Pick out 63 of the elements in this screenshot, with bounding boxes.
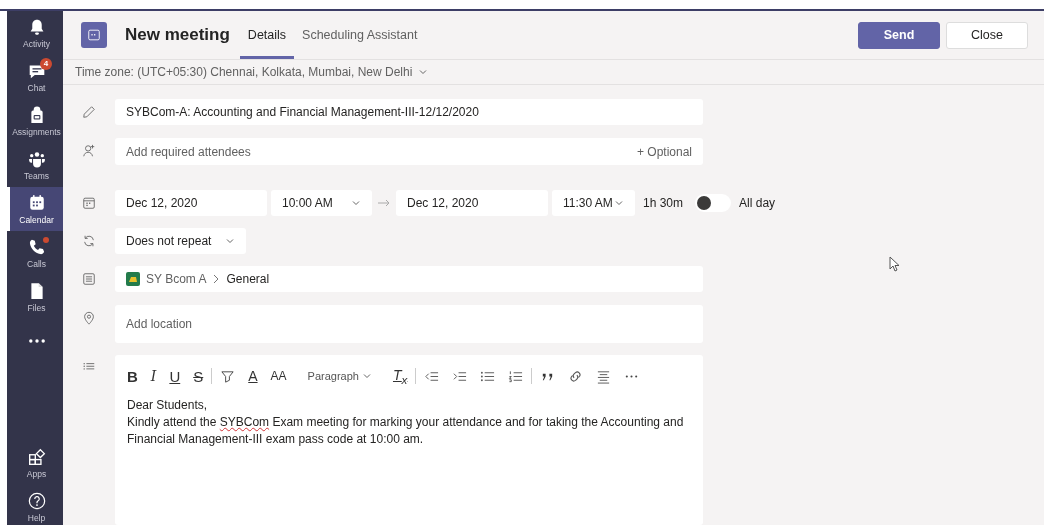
message-text: Dear Students, Kindly attend the SYBCom Exam meeting for marking your attendance and for taking the Accounting and Financial Management-III exam pass code at 10:00 am.: [127, 397, 685, 448]
attendees-field[interactable]: Add required attendees + Optional: [115, 138, 703, 165]
help-icon: [27, 491, 46, 510]
start-date-field[interactable]: Dec 12, 2020: [115, 190, 267, 216]
bold-button[interactable]: B: [127, 367, 138, 385]
font-color-button[interactable]: A: [248, 368, 258, 384]
underline-button[interactable]: U: [169, 367, 181, 385]
optional-link[interactable]: + Optional: [636, 144, 692, 159]
align-center-icon[interactable]: [596, 368, 612, 384]
font-size-button[interactable]: AA: [270, 369, 287, 383]
all-day-toggle[interactable]: [695, 194, 732, 212]
team-avatar-icon: [126, 272, 140, 286]
numbered-list-icon[interactable]: [508, 368, 524, 384]
nav-item[interactable]: Chat 4: [7, 55, 63, 99]
duration-label: 1h 30m: [643, 196, 684, 210]
italic-button[interactable]: I: [150, 368, 157, 384]
timezone-dropdown[interactable]: Time zone: (UTC+05:30) Chennai, Kolkata, Mumbai, New Delhi: [75, 65, 429, 79]
chevron-down-icon: [361, 371, 372, 381]
close-button[interactable]: Close: [946, 21, 1028, 49]
count-badge: 4: [40, 58, 52, 70]
link-icon[interactable]: [568, 368, 584, 384]
chevron-right-icon: [212, 274, 221, 284]
channel-icon: [82, 272, 96, 286]
phone-icon: [27, 237, 46, 256]
people-icon: [27, 149, 46, 168]
more-icon: [27, 339, 46, 343]
title-field[interactable]: SYBCom-A: Accounting and Financial Management-III-12/12/2020: [115, 99, 703, 125]
calendar-icon: [27, 193, 46, 212]
paragraph-dropdown[interactable]: Paragraph: [307, 370, 372, 382]
start-time-dropdown[interactable]: 10:00 AM: [271, 190, 372, 216]
chevron-down-icon: [351, 198, 361, 208]
clear-formatting-button[interactable]: T$_{x}$: [392, 366, 408, 386]
location-field[interactable]: Add location: [115, 305, 703, 343]
nav-item[interactable]: Help: [7, 485, 63, 525]
mouse-pointer-icon: [889, 256, 900, 272]
send-button[interactable]: Send: [858, 21, 940, 49]
tab[interactable]: Details: [239, 11, 295, 59]
nav-item[interactable]: Assignments: [7, 99, 63, 143]
repeat-dropdown[interactable]: Does not repeat: [115, 228, 246, 254]
apps-icon: [27, 447, 46, 466]
chevron-down-icon: [614, 198, 624, 208]
repeat-icon: [82, 234, 96, 248]
nav-item[interactable]: Calls: [7, 231, 63, 275]
pencil-icon: [82, 105, 96, 119]
meeting-icon: [81, 22, 107, 48]
nav-item[interactable]: Files: [7, 275, 63, 319]
end-date-field[interactable]: Dec 12, 2020: [396, 190, 548, 216]
strikethrough-button[interactable]: S: [193, 367, 204, 385]
nav-item[interactable]: Activity: [7, 11, 63, 55]
channel-field[interactable]: SY Bcom A General: [115, 266, 703, 292]
nav-item[interactable]: Teams: [7, 143, 63, 187]
calendar-icon: [82, 196, 96, 210]
all-day-label: All day: [739, 196, 776, 210]
page-title: New meeting: [125, 25, 230, 45]
end-time-dropdown[interactable]: 11:30 AM: [552, 190, 635, 216]
location-pin-icon: [82, 311, 96, 325]
tab[interactable]: Scheduling Assistant: [294, 11, 426, 59]
nav-item[interactable]: Apps: [7, 441, 63, 485]
chevron-down-icon: [418, 67, 429, 77]
chevron-down-icon: [225, 236, 235, 246]
nav-item[interactable]: Calendar: [7, 187, 63, 231]
arrow-right-icon: [378, 199, 390, 207]
add-person-icon: [82, 144, 96, 158]
